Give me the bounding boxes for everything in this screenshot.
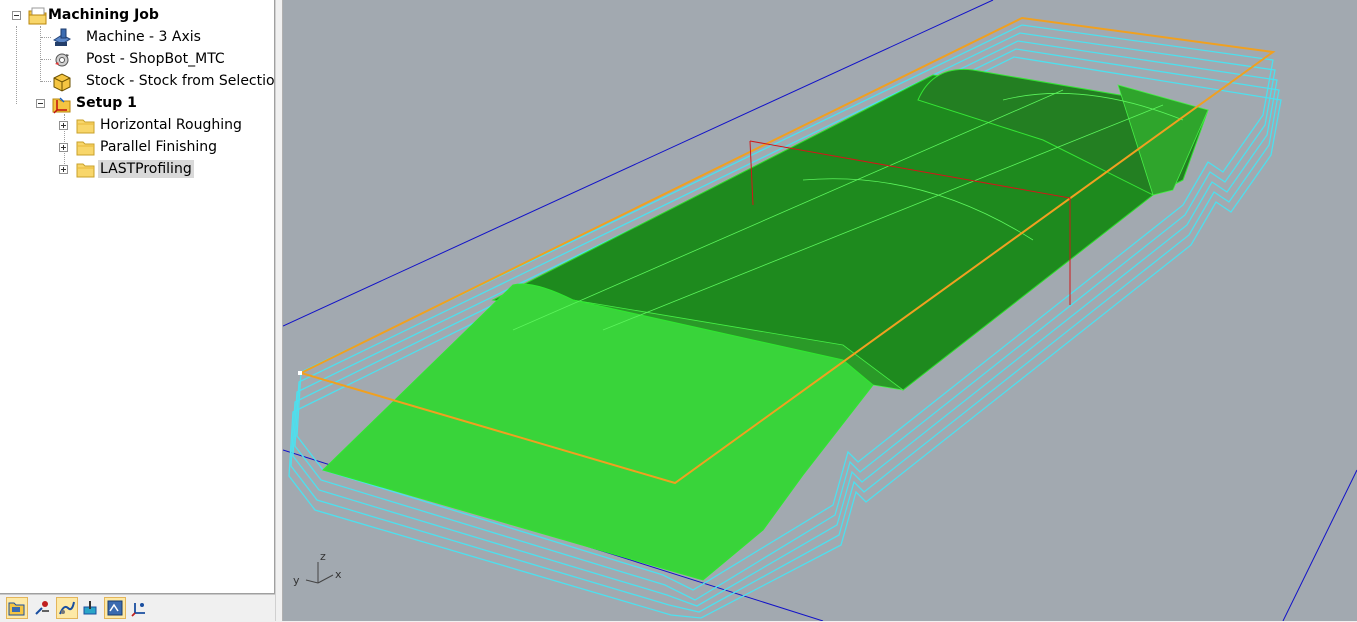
tree-item-lastprofiling[interactable]: LASTProfiling xyxy=(76,159,194,179)
post-icon xyxy=(52,50,70,68)
axis-label-z: z xyxy=(320,550,326,563)
features-icon xyxy=(107,600,123,616)
expand-toggle-machining-job[interactable] xyxy=(12,11,21,20)
folder-icon xyxy=(76,138,95,156)
machining-job-tab-button[interactable] xyxy=(6,597,28,619)
axis-label-y: y xyxy=(293,574,300,587)
panel-splitter[interactable] xyxy=(275,0,283,621)
tree-item-setup-1[interactable]: Setup 1 xyxy=(52,93,139,114)
toolpath-tab-button[interactable] xyxy=(56,597,78,619)
tree-connector xyxy=(41,59,51,61)
tree-label-lastprofiling: LASTProfiling xyxy=(98,160,194,178)
setup-axes-icon xyxy=(131,603,145,617)
world-grid-line xyxy=(1282,469,1357,621)
tree-connector xyxy=(41,37,51,39)
folder-icon xyxy=(76,116,95,134)
stock-box-icon xyxy=(52,72,71,92)
tools-icon xyxy=(35,601,49,615)
stock-corner-handle xyxy=(298,371,302,375)
axis-label-x: x xyxy=(335,568,342,581)
tree-connector xyxy=(40,26,42,82)
tree-label-machining-job: Machining Job xyxy=(48,7,159,23)
tools-tab-button[interactable] xyxy=(31,597,53,619)
folder-icon xyxy=(76,160,95,178)
expand-toggle-horizontal-roughing[interactable] xyxy=(59,121,68,130)
tree-item-horizontal-roughing[interactable]: Horizontal Roughing xyxy=(76,115,244,135)
tree-connector xyxy=(41,81,51,83)
tree-item-machine[interactable]: Machine - 3 Axis xyxy=(52,27,203,47)
features-tab-button[interactable] xyxy=(104,597,126,619)
simulate-tab-button[interactable] xyxy=(80,597,102,619)
simulate-icon xyxy=(83,601,97,615)
tree-connector xyxy=(16,26,18,104)
tree-item-stock[interactable]: Stock - Stock from Selection xyxy=(52,71,285,92)
tree-label-post: Post - ShopBot_MTC xyxy=(86,51,225,67)
toolpath-icon xyxy=(59,601,75,615)
tree-label-machine: Machine - 3 Axis xyxy=(86,29,201,45)
machining-job-icon xyxy=(8,602,25,616)
setup-axes-tab-button[interactable] xyxy=(128,597,150,619)
tree-item-post[interactable]: Post - ShopBot_MTC xyxy=(52,49,227,69)
job-tree-panel: Machining Job Machine - 3 Axis Post - Sh… xyxy=(0,0,283,594)
expand-toggle-parallel-finishing[interactable] xyxy=(59,143,68,152)
expand-toggle-lastprofiling[interactable] xyxy=(59,165,68,174)
machine-icon xyxy=(52,28,72,46)
tree-label-setup-1: Setup 1 xyxy=(76,95,137,111)
tree-label-horizontal-roughing: Horizontal Roughing xyxy=(100,117,242,133)
tree-toolbar xyxy=(0,594,275,622)
machining-job-icon xyxy=(28,6,47,25)
viewport-scene: z x y xyxy=(283,0,1357,621)
axis-triad: z x y xyxy=(293,550,342,587)
tree-item-machining-job[interactable]: Machining Job xyxy=(28,5,161,25)
tree-label-stock: Stock - Stock from Selection xyxy=(86,73,284,89)
expand-toggle-setup[interactable] xyxy=(36,99,45,108)
setup-icon xyxy=(52,94,71,114)
3d-viewport[interactable]: z x y xyxy=(283,0,1357,621)
tree-item-parallel-finishing[interactable]: Parallel Finishing xyxy=(76,137,219,157)
tree-label-parallel-finishing: Parallel Finishing xyxy=(100,139,217,155)
